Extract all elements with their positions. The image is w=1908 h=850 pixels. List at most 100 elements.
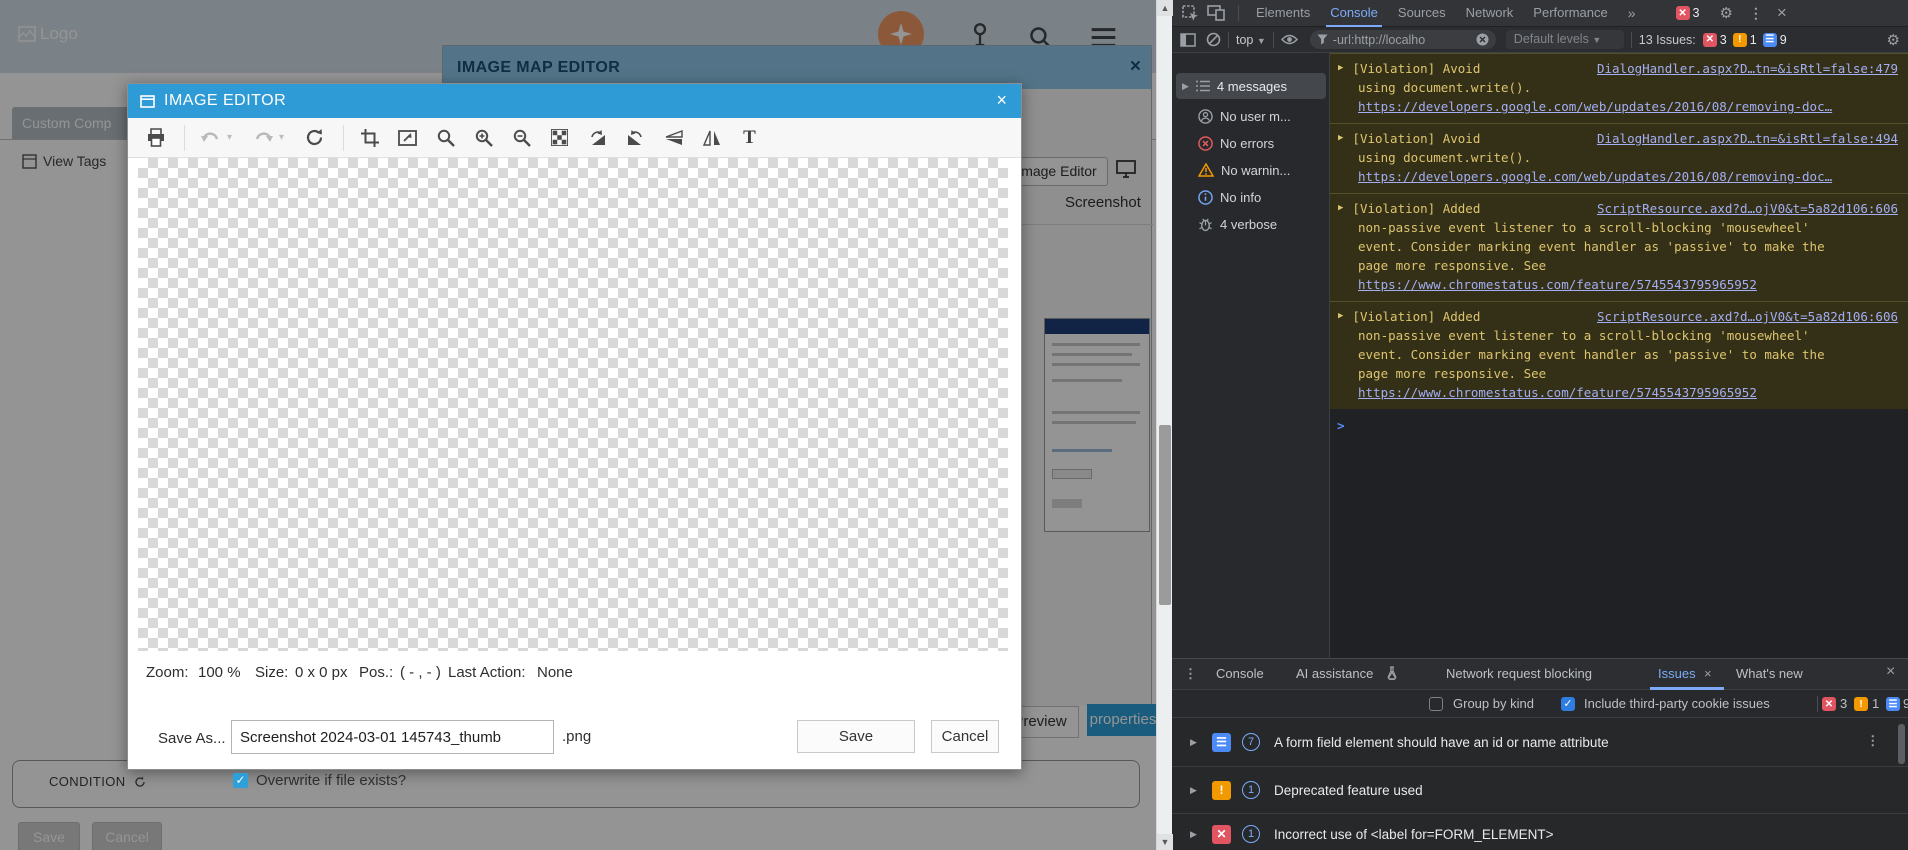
tab-console[interactable]: Console [1320,0,1388,27]
undo-menu-icon[interactable]: ▾ [227,132,239,143]
console-message[interactable]: ▶ [Violation] Added ScriptResource.axd?d…… [1330,301,1908,409]
tab-network[interactable]: Network [1456,0,1524,27]
message-prefix: [Violation] Avoid [1352,131,1481,146]
sidebar-item-verbose[interactable]: 4 verbose [1176,211,1326,237]
device-toolbar-icon[interactable] [1207,5,1225,21]
editor-canvas[interactable] [138,158,1008,651]
drawer-tab-whats-new[interactable]: What's new [1736,666,1803,681]
sidebar-item-errors[interactable]: No errors [1176,130,1326,156]
console-filter[interactable]: -url:http://localho [1309,30,1496,49]
expand-icon[interactable]: ▶ [1182,81,1189,92]
error-badge[interactable]: ✕ 3 [1675,6,1706,20]
expand-icon[interactable]: ▶ [1338,129,1343,148]
issues-counter[interactable]: 13 Issues: ✕ 3 ! 1 ☰ 9 [1639,32,1793,47]
issue-row[interactable]: ▶ ☰ 7 A form field element should have a… [1172,718,1908,767]
zoom-out-icon[interactable] [508,124,535,151]
rotate-left-icon[interactable] [622,124,649,151]
issue-text: Deprecated feature used [1274,783,1423,798]
issue-row[interactable]: ▶ ! 1 Deprecated feature used [1172,767,1908,814]
console-message[interactable]: ▶ [Violation] Added ScriptResource.axd?d…… [1330,193,1908,301]
divider [1272,31,1274,48]
crop-icon[interactable] [356,124,383,151]
dialog-save-button[interactable]: Save [797,720,915,753]
expand-icon[interactable]: ▶ [1338,307,1343,326]
source-link[interactable]: ScriptResource.axd?d…ojV0&t=5a82d106:606 [1597,199,1898,218]
expand-icon[interactable]: ▶ [1190,785,1197,796]
filename-input[interactable] [231,720,554,754]
inspect-element-icon[interactable] [1182,4,1199,22]
clear-console-icon[interactable] [1206,32,1221,47]
drawer-tab-issues[interactable]: Issues [1658,666,1696,681]
issue-menu-icon[interactable]: ⋮ [1866,733,1880,749]
message-link[interactable]: https://developers.google.com/web/update… [1358,167,1850,186]
message-link[interactable]: https://developers.google.com/web/update… [1358,97,1850,116]
scroll-down-icon[interactable]: ▼ [1157,834,1173,850]
drawer-tab-network-request-blocking[interactable]: Network request blocking [1446,666,1592,681]
console-sidebar-toggle-icon[interactable] [1180,32,1196,47]
sidebar-item-info[interactable]: No info [1176,184,1326,210]
message-link[interactable]: https://www.chromestatus.com/feature/574… [1358,383,1850,402]
dialog-cancel-button[interactable]: Cancel [931,720,999,753]
page-scrollbar[interactable]: ▲ ▼ [1156,0,1173,850]
drawer-menu-icon[interactable]: ⋮ [1184,666,1197,682]
live-expression-eye-icon[interactable] [1280,33,1298,46]
scroll-up-icon[interactable]: ▲ [1157,0,1173,16]
message-prefix: [Violation] Avoid [1352,61,1481,76]
drawer-scrollbar-thumb[interactable] [1898,724,1905,764]
flip-horizontal-icon[interactable] [698,124,725,151]
console-prompt[interactable]: > [1337,418,1908,433]
drawer-tab-ai-assistance[interactable]: AI assistance [1296,666,1373,681]
tab-sources[interactable]: Sources [1388,0,1456,27]
expand-icon[interactable]: ▶ [1338,199,1343,218]
devtools-menu-icon[interactable]: ⋮ [1749,5,1763,22]
image-editor-toolbar: ▾ ▾ T [128,118,1021,158]
tab-elements[interactable]: Elements [1246,0,1320,27]
devtools-close-icon[interactable]: × [1777,3,1787,23]
text-tool-icon[interactable]: T [736,124,763,151]
zoom-in-icon[interactable] [470,124,497,151]
source-link[interactable]: DialogHandler.aspx?D…tn=&isRtl=false:494 [1597,129,1898,148]
sidebar-item-warnings[interactable]: No warnin... [1176,157,1326,183]
message-link[interactable]: https://www.chromestatus.com/feature/574… [1358,275,1850,294]
scrollbar-thumb[interactable] [1159,425,1171,605]
issue-row[interactable]: ▶ ✕ 1 Incorrect use of <label for=FORM_E… [1172,814,1908,850]
resize-icon[interactable] [394,124,421,151]
clear-filter-icon[interactable] [1476,33,1489,46]
drawer-tab-console[interactable]: Console [1216,666,1264,681]
drawer-close-icon[interactable]: × [1886,663,1895,681]
undo-icon[interactable] [197,124,224,151]
settings-gear-icon[interactable]: ⚙ [1719,4,1732,22]
console-message[interactable]: ▶ [Violation] Avoid DialogHandler.aspx?D…… [1330,123,1908,193]
expand-icon[interactable]: ▶ [1190,829,1197,840]
third-party-checkbox[interactable]: ✓ [1561,697,1575,711]
filter-funnel-icon [1317,34,1328,45]
drawer-tab-issues-close-icon[interactable]: × [1704,666,1712,681]
refresh-icon[interactable] [301,124,328,151]
expand-icon[interactable]: ▶ [1190,737,1197,748]
context-selector[interactable]: top ▼ [1236,33,1266,47]
expand-icon[interactable]: ▶ [1338,59,1343,78]
source-link[interactable]: DialogHandler.aspx?D…tn=&isRtl=false:479 [1597,59,1898,78]
status-pos-value: ( - , - ) [400,664,441,681]
overwrite-checkbox[interactable]: ✓ [233,773,248,788]
more-tabs-icon[interactable]: » [1618,0,1646,27]
source-link[interactable]: ScriptResource.axd?d…ojV0&t=5a82d106:606 [1597,307,1898,326]
message-body: using document.write(). [1358,150,1532,165]
print-icon[interactable] [142,124,169,151]
sidebar-item-messages[interactable]: ▶ 4 messages [1176,73,1326,99]
sidebar-item-user-messages[interactable]: No user m... [1176,103,1326,129]
tab-performance[interactable]: Performance [1523,0,1617,27]
log-levels-dropdown[interactable]: Default levels ▼ [1505,30,1624,49]
transparency-icon[interactable] [546,124,573,151]
image-editor-close-icon[interactable]: × [996,90,1007,111]
flip-vertical-icon[interactable] [660,124,687,151]
group-by-kind-checkbox[interactable] [1429,697,1443,711]
devtools: Elements Console Sources Network Perform… [1172,0,1908,850]
zoom-icon[interactable] [432,124,459,151]
redo-menu-icon[interactable]: ▾ [279,132,291,143]
console-message[interactable]: ▶ [Violation] Avoid DialogHandler.aspx?D…… [1330,53,1908,123]
rotate-right-icon[interactable] [584,124,611,151]
redo-icon[interactable] [249,124,276,151]
console-settings-gear-icon[interactable]: ⚙ [1887,31,1900,49]
filter-input[interactable]: -url:http://localho [1333,33,1471,47]
